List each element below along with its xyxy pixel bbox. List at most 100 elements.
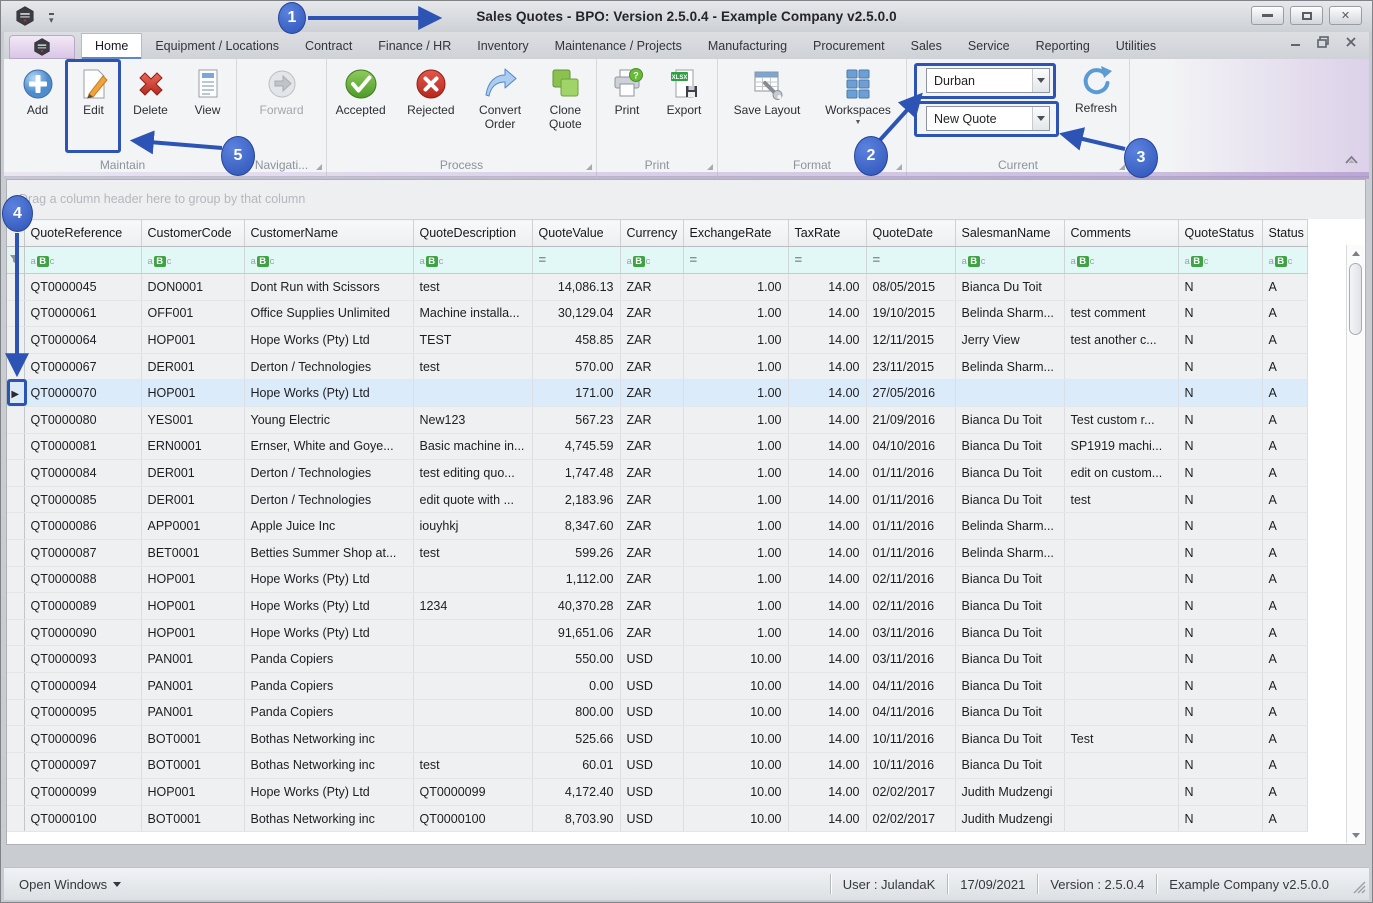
cell-QuoteValue[interactable]: 8,347.60 (532, 513, 620, 540)
cell-QuoteReference[interactable]: QT0000096 (24, 726, 141, 753)
cell-SalesmanName[interactable]: Bianca Du Toit (955, 752, 1064, 779)
filter-cell-Comments[interactable]: aBc (1064, 247, 1178, 274)
table-row[interactable]: QT0000100BOT0001Bothas Networking incQT0… (7, 805, 1307, 832)
cell-Comments[interactable]: SP1919 machi... (1064, 433, 1178, 460)
cell-QuoteStatus[interactable]: N (1178, 646, 1262, 673)
cell-QuoteDescription[interactable] (413, 726, 532, 753)
column-header-CustomerCode[interactable]: CustomerCode (141, 220, 244, 247)
cell-QuoteDate[interactable]: 01/11/2016 (866, 460, 955, 487)
cell-QuoteValue[interactable]: 525.66 (532, 726, 620, 753)
print-button[interactable]: ? Print (601, 65, 653, 118)
cell-QuoteValue[interactable]: 1,112.00 (532, 566, 620, 593)
refresh-button[interactable]: Refresh (1065, 65, 1127, 116)
cell-Comments[interactable]: Test custom r... (1064, 406, 1178, 433)
cell-TaxRate[interactable]: 14.00 (788, 327, 866, 354)
cell-QuoteDescription[interactable]: 1234 (413, 593, 532, 620)
cell-Comments[interactable] (1064, 646, 1178, 673)
cell-QuoteStatus[interactable]: N (1178, 406, 1262, 433)
table-row[interactable]: QT0000064HOP001Hope Works (Pty) LtdTEST4… (7, 327, 1307, 354)
column-header-QuoteValue[interactable]: QuoteValue (532, 220, 620, 247)
cell-SalesmanName[interactable]: Belinda Sharm... (955, 353, 1064, 380)
cell-QuoteDescription[interactable]: TEST (413, 327, 532, 354)
cell-ExchangeRate[interactable]: 1.00 (683, 274, 788, 301)
tab-service[interactable]: Service (955, 34, 1023, 59)
export-button[interactable]: XLSX Export (655, 65, 713, 118)
cell-Status[interactable]: A (1262, 486, 1307, 513)
cell-QuoteStatus[interactable]: N (1178, 327, 1262, 354)
column-header-Currency[interactable]: Currency (620, 220, 683, 247)
cell-QuoteValue[interactable]: 14,086.13 (532, 274, 620, 301)
cell-QuoteValue[interactable]: 458.85 (532, 327, 620, 354)
cell-QuoteDate[interactable]: 04/11/2016 (866, 699, 955, 726)
dialog-launcher-icon[interactable] (316, 164, 322, 170)
view-button[interactable]: View (181, 65, 235, 118)
cell-CustomerCode[interactable]: HOP001 (141, 380, 244, 407)
cell-QuoteDescription[interactable]: test (413, 752, 532, 779)
cell-QuoteReference[interactable]: QT0000085 (24, 486, 141, 513)
cell-QuoteReference[interactable]: QT0000081 (24, 433, 141, 460)
table-row[interactable]: ▶QT0000070HOP001Hope Works (Pty) Ltd171.… (7, 380, 1307, 407)
cell-QuoteValue[interactable]: 171.00 (532, 380, 620, 407)
cell-Status[interactable]: A (1262, 699, 1307, 726)
cell-CustomerName[interactable]: Young Electric (244, 406, 413, 433)
cell-Comments[interactable] (1064, 699, 1178, 726)
column-header-QuoteReference[interactable]: QuoteReference (24, 220, 141, 247)
delete-button[interactable]: Delete (123, 65, 179, 118)
cell-CustomerName[interactable]: Panda Copiers (244, 672, 413, 699)
cell-QuoteStatus[interactable]: N (1178, 779, 1262, 806)
cell-QuoteValue[interactable]: 1,747.48 (532, 460, 620, 487)
tab-procurement[interactable]: Procurement (800, 34, 898, 59)
table-row[interactable]: QT0000085DER001Derton / Technologiesedit… (7, 486, 1307, 513)
cell-QuoteDescription[interactable]: New123 (413, 406, 532, 433)
filter-cell-CustomerCode[interactable]: aBc (141, 247, 244, 274)
cell-QuoteDate[interactable]: 23/11/2015 (866, 353, 955, 380)
cell-QuoteStatus[interactable]: N (1178, 672, 1262, 699)
cell-QuoteDescription[interactable]: iouyhkj (413, 513, 532, 540)
cell-Status[interactable]: A (1262, 406, 1307, 433)
cell-TaxRate[interactable]: 14.00 (788, 406, 866, 433)
cell-SalesmanName[interactable]: Bianca Du Toit (955, 646, 1064, 673)
cell-QuoteReference[interactable]: QT0000100 (24, 805, 141, 832)
cell-QuoteDescription[interactable]: test (413, 353, 532, 380)
cell-SalesmanName[interactable]: Judith Mudzengi (955, 779, 1064, 806)
cell-TaxRate[interactable]: 14.00 (788, 779, 866, 806)
cell-Status[interactable]: A (1262, 300, 1307, 327)
scroll-up-button[interactable] (1347, 245, 1365, 261)
column-header-QuoteStatus[interactable]: QuoteStatus (1178, 220, 1262, 247)
cell-QuoteReference[interactable]: QT0000064 (24, 327, 141, 354)
cell-ExchangeRate[interactable]: 10.00 (683, 646, 788, 673)
table-row[interactable]: QT0000093PAN001Panda Copiers550.00USD10.… (7, 646, 1307, 673)
cell-QuoteDate[interactable]: 02/11/2016 (866, 566, 955, 593)
cell-QuoteStatus[interactable]: N (1178, 539, 1262, 566)
column-header-CustomerName[interactable]: CustomerName (244, 220, 413, 247)
vertical-scrollbar[interactable] (1346, 245, 1364, 843)
cell-CustomerCode[interactable]: YES001 (141, 406, 244, 433)
table-row[interactable]: QT0000061OFF001Office Supplies Unlimited… (7, 300, 1307, 327)
cell-ExchangeRate[interactable]: 10.00 (683, 699, 788, 726)
cell-Comments[interactable]: test comment (1064, 300, 1178, 327)
cell-QuoteDate[interactable]: 03/11/2016 (866, 646, 955, 673)
cell-CustomerCode[interactable]: DER001 (141, 486, 244, 513)
convert-order-button[interactable]: Convert Order (467, 65, 532, 132)
cell-ExchangeRate[interactable]: 1.00 (683, 406, 788, 433)
cell-TaxRate[interactable]: 14.00 (788, 699, 866, 726)
cell-CustomerName[interactable]: Derton / Technologies (244, 353, 413, 380)
cell-QuoteReference[interactable]: QT0000067 (24, 353, 141, 380)
dialog-launcher-icon[interactable] (896, 164, 902, 170)
cell-SalesmanName[interactable]: Bianca Du Toit (955, 433, 1064, 460)
cell-CustomerCode[interactable]: PAN001 (141, 699, 244, 726)
chevron-down-icon[interactable] (1032, 107, 1049, 130)
cell-QuoteReference[interactable]: QT0000045 (24, 274, 141, 301)
cell-Currency[interactable]: ZAR (620, 566, 683, 593)
mdi-restore-icon[interactable] (1317, 36, 1330, 48)
cell-ExchangeRate[interactable]: 1.00 (683, 513, 788, 540)
chevron-down-icon[interactable] (1032, 69, 1049, 92)
collapse-ribbon-button[interactable] (1344, 152, 1359, 170)
table-row[interactable]: QT0000045DON0001Dont Run with Scissorste… (7, 274, 1307, 301)
cell-CustomerName[interactable]: Bothas Networking inc (244, 726, 413, 753)
mdi-close-icon[interactable] (1345, 36, 1357, 48)
cell-Currency[interactable]: ZAR (620, 353, 683, 380)
cell-SalesmanName[interactable]: Bianca Du Toit (955, 619, 1064, 646)
rejected-button[interactable]: Rejected (396, 65, 465, 132)
clone-quote-button[interactable]: Clone Quote (535, 65, 596, 132)
